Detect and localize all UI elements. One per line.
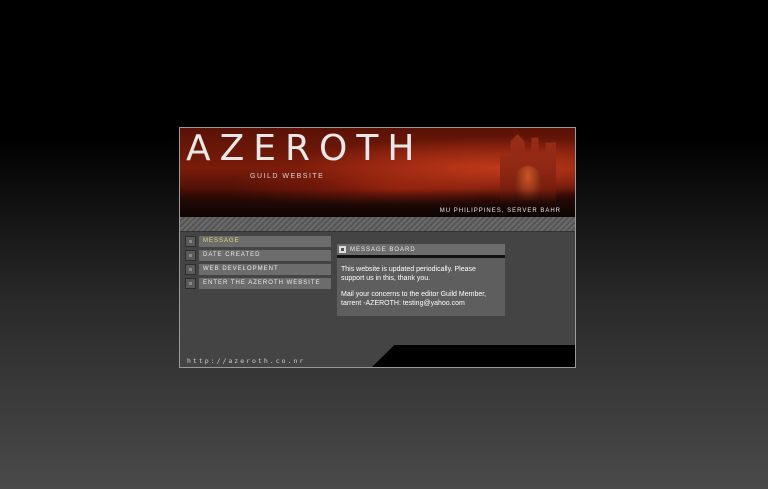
main-nav: MESSAGE DATE CREATED WEB DEVELOPMENT ENT… <box>185 235 331 291</box>
board-bullet-icon <box>339 246 346 253</box>
footer-url: http://azeroth.co.nr <box>187 357 306 365</box>
header-banner: AZEROTH GUILD WEBSITE MU PHILIPPINES, SE… <box>180 128 575 217</box>
message-board-header: MESSAGE BOARD <box>337 244 505 258</box>
bullet-icon <box>185 235 196 247</box>
nav-item-date-created[interactable]: DATE CREATED <box>185 249 331 261</box>
site-frame: AZEROTH GUILD WEBSITE MU PHILIPPINES, SE… <box>179 127 576 368</box>
message-board-title: MESSAGE BOARD <box>350 246 416 253</box>
nav-item-label: MESSAGE <box>199 235 331 247</box>
footer-corner-shape <box>372 345 575 367</box>
bullet-icon <box>185 277 196 289</box>
message-paragraph: This website is updated periodically. Pl… <box>341 266 476 282</box>
nav-item-message[interactable]: MESSAGE <box>185 235 331 247</box>
site-subtitle: GUILD WEBSITE <box>250 173 325 180</box>
nav-item-label: WEB DEVELOPMENT <box>199 263 331 275</box>
nav-item-web-development[interactable]: WEB DEVELOPMENT <box>185 263 331 275</box>
server-label: MU PHILIPPINES, SERVER BAHR <box>439 208 561 214</box>
message-paragraph: Mail your concerns to the editor Guild M… <box>341 291 487 307</box>
divider-stripe <box>180 217 575 232</box>
nav-item-enter-website[interactable]: ENTER THE AZEROTH WEBSITE <box>185 277 331 289</box>
nav-item-label: DATE CREATED <box>199 249 331 261</box>
message-board: MESSAGE BOARD This website is updated pe… <box>337 244 505 316</box>
bullet-icon <box>185 249 196 261</box>
bullet-icon <box>185 263 196 275</box>
site-title: AZEROTH <box>186 128 424 169</box>
message-board-body: This website is updated periodically. Pl… <box>337 258 505 316</box>
nav-item-label: ENTER THE AZEROTH WEBSITE <box>199 277 331 289</box>
